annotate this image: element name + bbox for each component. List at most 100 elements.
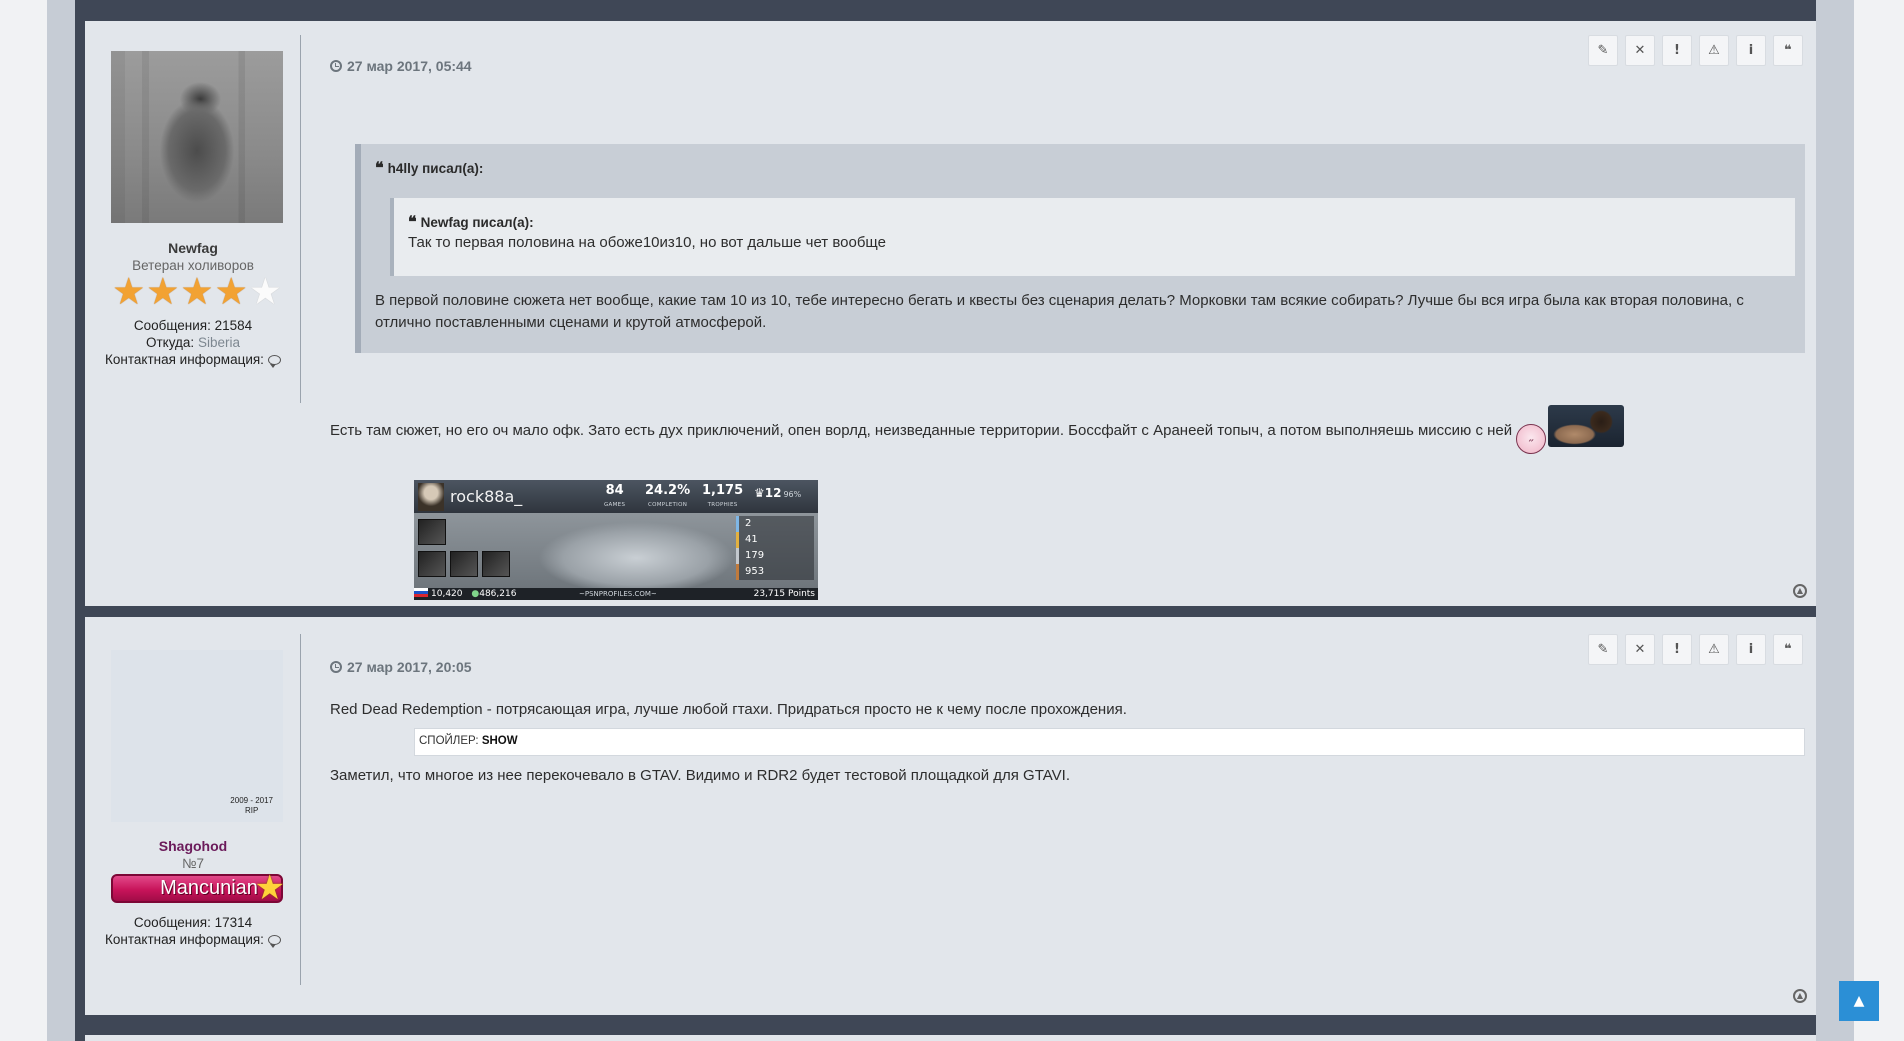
star-icon: ★ [112, 270, 146, 313]
post [85, 1035, 1816, 1041]
smiley-icon: ˶ [1516, 424, 1547, 454]
quote-author: ❝ h4lly писал(а): [375, 158, 484, 177]
avatar[interactable] [111, 51, 283, 223]
username-link[interactable]: Newfag [85, 240, 301, 257]
user-stats: Сообщения: 17314 Контактная информация: [105, 914, 281, 948]
report-button[interactable]: ! [1662, 35, 1692, 66]
trophy-icon [418, 519, 446, 545]
star-icon: ★ [180, 270, 214, 313]
quote-button[interactable]: ❝ [1773, 35, 1803, 66]
nested-quote-author: ❝ Newfag писал(а): [408, 212, 534, 231]
report-icon: ! [1674, 43, 1680, 58]
scroll-to-top-button[interactable]: ▲ [1839, 981, 1879, 1021]
star-icon: ★ [214, 270, 248, 313]
post-body: Есть там сюжет, но его оч мало офк. Зато… [330, 405, 1790, 454]
delete-button[interactable]: ✕ [1625, 634, 1655, 665]
trophy-icon [482, 551, 510, 577]
quote-icon: ❝ [375, 158, 384, 177]
info-icon: i [1748, 642, 1754, 657]
russia-flag-icon [414, 588, 428, 597]
report-icon: ! [1674, 642, 1680, 657]
post-date[interactable]: 27 мар 2017, 20:05 [330, 659, 472, 675]
gold-count: 41 [736, 532, 814, 548]
trophy-icon [450, 551, 478, 577]
chat-icon[interactable] [267, 355, 281, 368]
points: 23,715 Points [753, 589, 815, 599]
silver-count: 179 [736, 548, 814, 564]
post: 2009 - 2017 RIP Shagohod №7 Mancunian ★ С… [85, 617, 1816, 1015]
warn-icon: ⚠ [1708, 642, 1720, 657]
rip-caption: 2009 - 2017 RIP [230, 796, 273, 815]
nested-quote-text: Так то первая половина на обоже10из10, н… [408, 234, 886, 251]
edit-button[interactable]: ✎ [1588, 35, 1618, 66]
user-stats: Сообщения: 21584 Откуда: Siberia Контакт… [105, 317, 281, 368]
star-icon: ★ [146, 270, 180, 313]
warn-button[interactable]: ⚠ [1699, 35, 1729, 66]
back-to-top-icon[interactable]: ▲ [1793, 989, 1807, 1003]
edit-icon: ✎ [1597, 43, 1609, 58]
author-divider [300, 634, 301, 985]
clock-icon [330, 60, 342, 72]
back-to-top-icon[interactable]: ▲ [1793, 584, 1807, 598]
delete-icon: ✕ [1634, 642, 1646, 657]
post-toolbar: ✎ ✕ ! ⚠ i ❝ [1588, 35, 1803, 66]
edit-icon: ✎ [1597, 642, 1609, 657]
warn-button[interactable]: ⚠ [1699, 634, 1729, 665]
quote-button[interactable]: ❝ [1773, 634, 1803, 665]
trophy-icon: ♛ [754, 486, 765, 500]
country-rank: 10,420 [431, 589, 463, 599]
post-text: Red Dead Redemption - потрясающая игра, … [330, 701, 1127, 718]
trophy-counts: 2 41 179 953 [736, 516, 814, 580]
info-button[interactable]: i [1736, 35, 1766, 66]
post-author-panel: 2009 - 2017 RIP Shagohod №7 Mancunian ★ С… [85, 617, 301, 1015]
post-text-2: Заметил, что многое из нее перекочевало … [330, 767, 1070, 784]
info-icon: i [1748, 43, 1754, 58]
quote-text: В первой половине сюжета нет вообще, как… [375, 292, 1744, 331]
post-date[interactable]: 27 мар 2017, 05:44 [330, 58, 472, 74]
trophies-stat: 1,175 TROPHIES [702, 483, 744, 509]
spoiler-show-button[interactable]: SHOW [482, 735, 518, 747]
chat-icon[interactable] [267, 935, 281, 948]
quote-icon: ❝ [1784, 642, 1792, 657]
spoiler-label: СПОЙЛЕР: [419, 735, 479, 747]
quote-icon: ❝ [1784, 43, 1792, 58]
nested-blockquote: ❝ Newfag писал(а): Так то первая половина… [390, 198, 1795, 276]
report-button[interactable]: ! [1662, 634, 1692, 665]
clock-icon [330, 661, 342, 673]
psn-username: rock88a_ [450, 487, 523, 506]
rank-badge: Mancunian ★ [111, 870, 285, 906]
info-button[interactable]: i [1736, 634, 1766, 665]
edit-button[interactable]: ✎ [1588, 634, 1618, 665]
reaction-image [1548, 405, 1625, 447]
level-stat: ♛12 96% [754, 486, 802, 500]
avatar[interactable]: 2009 - 2017 RIP [111, 650, 283, 822]
post-author-panel: Newfag Ветеран холиворов ★ ★ ★ ★ ★ Сообщ… [85, 21, 301, 606]
games-stat: 84 GAMES [604, 483, 626, 509]
arrow-up-icon: ▲ [1853, 993, 1865, 1009]
psn-avatar [418, 483, 444, 511]
site-name: ~PSNPROFILES.COM~ [579, 590, 657, 598]
psn-signature-card[interactable]: rock88a_ 84 GAMES 24.2% COMPLETION 1,175 TR… [414, 480, 818, 600]
messages-count: Сообщения: 21584 [133, 318, 253, 333]
post: Newfag Ветеран холиворов ★ ★ ★ ★ ★ Сообщ… [85, 21, 1816, 606]
contact-info[interactable]: Контактная информация: [105, 351, 281, 368]
star-icon: ★ [254, 868, 285, 908]
trophy-icon [418, 551, 446, 577]
user-location: Откуда: Siberia [146, 335, 240, 350]
quote-icon: ❝ [408, 212, 417, 231]
contact-info[interactable]: Контактная информация: [105, 931, 281, 948]
delete-button[interactable]: ✕ [1625, 35, 1655, 66]
blockquote: ❝ h4lly писал(а): ❝ Newfag писал(а): Так т… [355, 144, 1805, 353]
warn-icon: ⚠ [1708, 43, 1720, 58]
bronze-count: 953 [736, 564, 814, 580]
post-text: Есть там сюжет, но его оч мало офк. Зато… [330, 422, 1513, 439]
messages-count: Сообщения: 17314 [133, 915, 253, 930]
empty-star-icon: ★ [248, 270, 282, 313]
spoiler-box: СПОЙЛЕР: SHOW [414, 728, 1805, 756]
completion-stat: 24.2% COMPLETION [645, 483, 691, 509]
username-link[interactable]: Shagohod [85, 838, 301, 855]
rank-stars: ★ ★ ★ ★ ★ [111, 270, 283, 313]
signature-header: rock88a_ 84 GAMES 24.2% COMPLETION 1,175 TR… [414, 480, 818, 513]
world-rank: 486,216 [479, 589, 517, 599]
delete-icon: ✕ [1634, 43, 1646, 58]
